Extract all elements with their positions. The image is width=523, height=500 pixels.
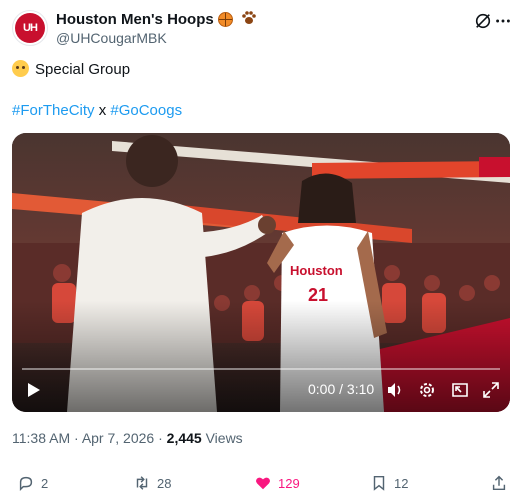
tweet-hashtags: #ForTheCity x #GoCoogs xyxy=(12,101,182,121)
paw-icon xyxy=(241,10,257,28)
avatar[interactable]: UH xyxy=(12,10,48,46)
play-icon[interactable] xyxy=(26,382,42,398)
meta-dot: · xyxy=(158,430,163,446)
heart-icon xyxy=(256,477,270,490)
video-controls: 0:00 / 3:10 xyxy=(12,368,510,412)
pip-icon[interactable] xyxy=(450,380,470,400)
tweet-date[interactable]: Apr 7, 2026 xyxy=(82,430,154,446)
bookmark-count: 12 xyxy=(394,475,409,491)
like-button[interactable]: 129 xyxy=(254,474,300,492)
bookmark-icon xyxy=(373,475,385,491)
hashtag-separator: x xyxy=(94,102,111,119)
tweet-time[interactable]: 11:38 AM xyxy=(12,430,70,446)
views-label: Views xyxy=(205,430,243,446)
like-count: 129 xyxy=(278,475,300,491)
hashtag-link[interactable]: #ForTheCity xyxy=(12,102,95,119)
grok-icon[interactable] xyxy=(474,12,492,30)
volume-icon[interactable] xyxy=(385,380,405,400)
repost-count: 28 xyxy=(157,475,172,491)
reply-button[interactable]: 2 xyxy=(17,474,48,492)
tweet-body: Special Group xyxy=(35,61,131,78)
more-options-icon[interactable] xyxy=(494,12,512,30)
basketball-icon xyxy=(217,11,233,27)
views-count: 2,445 xyxy=(166,430,202,446)
fullscreen-icon[interactable] xyxy=(481,380,501,400)
video-player[interactable]: Houston 21 0:00 / 3:10 xyxy=(12,133,510,412)
bookmark-button[interactable]: 12 xyxy=(370,474,408,492)
display-name[interactable]: Houston Men's Hoops xyxy=(56,11,214,28)
uh-logo: UH xyxy=(15,13,45,43)
reply-icon xyxy=(19,476,33,492)
repost-button[interactable]: 28 xyxy=(133,474,171,492)
video-progress-bar[interactable] xyxy=(22,368,500,370)
share-icon xyxy=(492,475,506,491)
settings-gear-icon[interactable] xyxy=(417,380,437,400)
tweet-text: Special Group xyxy=(12,60,130,80)
share-button[interactable] xyxy=(490,474,508,492)
hashtag-link[interactable]: #GoCoogs xyxy=(110,102,182,119)
handle[interactable]: @UHCougarMBK xyxy=(56,30,257,46)
repost-icon xyxy=(136,476,148,490)
tweet-header: UH Houston Men's Hoops @UHCougarMBK xyxy=(12,8,512,48)
meta-dot: · xyxy=(74,430,79,446)
tweet-actions: 2 28 129 12 xyxy=(12,474,512,494)
author-info: Houston Men's Hoops @UHCougarMBK xyxy=(56,10,257,46)
video-time: 0:00 / 3:10 xyxy=(308,381,375,397)
display-name-row[interactable]: Houston Men's Hoops xyxy=(56,10,257,28)
tweet-meta: 11:38 AM · Apr 7, 2026 · 2,445 Views xyxy=(12,430,243,446)
avatar-text: UH xyxy=(23,22,38,34)
pleading-face-icon xyxy=(12,60,29,77)
reply-count: 2 xyxy=(41,475,49,491)
